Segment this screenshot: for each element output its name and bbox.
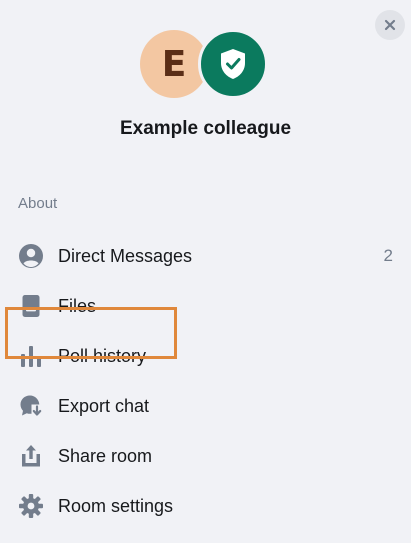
close-icon: [384, 19, 396, 31]
menu-item-direct-messages[interactable]: Direct Messages 2: [0, 231, 411, 281]
close-button[interactable]: [375, 10, 405, 40]
menu-item-label: Share room: [58, 445, 153, 466]
menu-item-export-chat[interactable]: Export chat: [0, 381, 411, 431]
menu-item-label: Direct Messages: [58, 245, 193, 266]
menu-item-share-room[interactable]: Share room: [0, 431, 411, 481]
section-label-about: About: [18, 195, 58, 212]
room-avatars: E: [140, 29, 270, 100]
settings-icon: [18, 493, 44, 519]
direct-messages-count: 2: [383, 246, 393, 265]
menu-item-label: Poll history: [58, 345, 147, 366]
room-name: Example colleague: [119, 118, 292, 139]
menu-item-label: Room settings: [58, 495, 174, 516]
export-chat-icon: [18, 393, 44, 419]
share-icon: [18, 443, 44, 469]
room-menu: Direct Messages 2 Files Poll history Exp…: [0, 231, 411, 531]
person-icon: [18, 243, 44, 269]
menu-item-poll-history[interactable]: Poll history: [0, 307, 411, 381]
avatar-letter: E: [161, 43, 187, 85]
verified-shield-avatar: [198, 29, 268, 99]
menu-item-label: Export chat: [58, 395, 150, 416]
file-icon: [18, 293, 44, 319]
shield-check-icon: [221, 49, 245, 79]
room-info-panel: E Example colleague About Direct Message…: [0, 0, 411, 543]
poll-icon: [18, 343, 44, 369]
menu-item-files[interactable]: Files: [0, 281, 411, 331]
menu-item-room-settings[interactable]: Room settings: [0, 481, 411, 531]
menu-item-label: Files: [58, 295, 97, 316]
